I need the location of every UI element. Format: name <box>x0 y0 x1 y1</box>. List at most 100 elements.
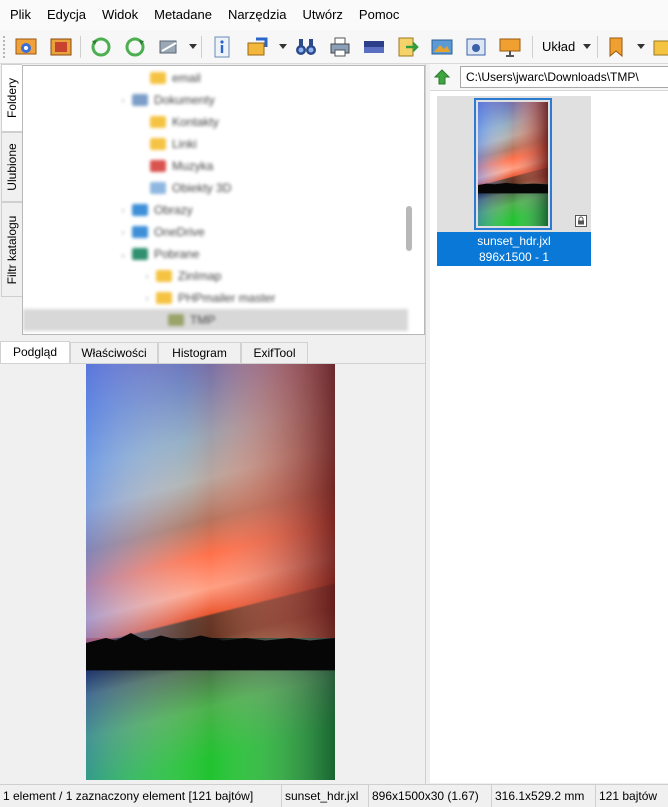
view-image-icon[interactable] <box>12 33 40 61</box>
menu-bar: Plik Edycja Widok Metadane Narzędzia Utw… <box>0 0 668 30</box>
menu-plik[interactable]: Plik <box>2 0 39 30</box>
menu-widok[interactable]: Widok <box>94 0 146 30</box>
menu-pomoc[interactable]: Pomoc <box>351 0 407 30</box>
print-icon[interactable] <box>326 33 354 61</box>
tab-exiftool[interactable]: ExifTool <box>241 342 308 363</box>
thumbnail-tile[interactable]: sunset_hdr.jxl 896x1500 - 1 <box>437 96 591 266</box>
toolbar-grip[interactable] <box>3 36 6 58</box>
tree-item[interactable]: Kontakty <box>23 111 408 133</box>
info-icon[interactable] <box>208 33 236 61</box>
tree-scrollbar-thumb[interactable] <box>406 206 412 251</box>
tree-item[interactable]: › ZinImap <box>23 265 408 287</box>
folder-icon <box>150 160 166 172</box>
folder-icon <box>132 248 148 260</box>
thumbnail-caption: sunset_hdr.jxl 896x1500 - 1 <box>437 232 591 266</box>
status-bar: 1 element / 1 zaznaczony element [121 ba… <box>0 784 668 807</box>
move-dropdown-icon[interactable] <box>279 44 287 49</box>
menu-utworz[interactable]: Utwórz <box>294 0 350 30</box>
left-tab-strip: Foldery Ulubione Filtr katalogu <box>0 64 22 336</box>
tab-podglad[interactable]: Podgląd <box>0 341 70 364</box>
tree-item-label: TMP <box>190 313 216 327</box>
tree-item[interactable]: ⌄ Pobrane <box>23 243 408 265</box>
bookmark-icon[interactable] <box>602 33 630 61</box>
preview-image[interactable] <box>86 364 335 780</box>
status-file-size: 121 bajtów <box>599 789 658 803</box>
tree-expander-icon[interactable]: › <box>118 95 128 105</box>
tab-foldery[interactable]: Foldery <box>1 64 22 132</box>
lock-icon <box>575 215 587 227</box>
folder-icon <box>168 314 184 326</box>
slideshow-icon[interactable] <box>428 33 456 61</box>
tree-item-label: Obiekty 3D <box>172 181 232 195</box>
tab-wlasciwosci[interactable]: Właściwości <box>70 342 158 363</box>
status-dimensions: 896x1500x30 (1.67) <box>369 785 492 807</box>
tree-item-label: OneDrive <box>154 225 205 239</box>
thumbnail-frame <box>474 98 552 230</box>
tree-item[interactable]: Obiekty 3D <box>23 177 408 199</box>
tree-item[interactable]: Muzyka <box>23 155 408 177</box>
thumbnail-info: 896x1500 - 1 <box>478 250 550 264</box>
thumbnail-area[interactable]: sunset_hdr.jxl 896x1500 - 1 <box>430 90 668 783</box>
status-filename: sunset_hdr.jxl <box>282 785 369 807</box>
tree-item[interactable]: › PHPmailer master <box>23 287 408 309</box>
export-icon[interactable] <box>394 33 422 61</box>
tree-item-label: Dokumenty <box>154 93 215 107</box>
thumbnail-filename: sunset_hdr.jxl <box>477 234 551 248</box>
transform-dropdown-icon[interactable] <box>189 44 197 49</box>
folder-tree[interactable]: email › Dokumenty Kontakty Linki Muzyka Obiekt… <box>22 65 425 335</box>
find-icon[interactable] <box>292 33 320 61</box>
tree-item[interactable]: Linki <box>23 133 408 155</box>
rotate-right-icon[interactable] <box>121 33 149 61</box>
transform-icon[interactable] <box>155 33 183 61</box>
folder-icon <box>132 94 148 106</box>
folder-icon <box>150 72 166 84</box>
tree-item-label: Obrazy <box>154 203 193 217</box>
folder-icon <box>150 182 166 194</box>
tab-ulubione[interactable]: Ulubione <box>1 132 22 202</box>
tree-expander-icon[interactable]: › <box>118 205 128 215</box>
move-to-icon[interactable] <box>244 33 272 61</box>
wallpaper-icon[interactable] <box>496 33 524 61</box>
tab-histogram[interactable]: Histogram <box>158 342 241 363</box>
tree-item[interactable]: › Dokumenty <box>23 89 408 111</box>
path-bar: C:\Users\jwarc\Downloads\TMP\ <box>430 64 668 90</box>
tree-item-label: Linki <box>172 137 197 151</box>
scanner-icon[interactable] <box>360 33 388 61</box>
tree-item-label: ZinImap <box>178 269 222 283</box>
layout-label[interactable]: Układ <box>542 33 575 61</box>
folder-icon <box>150 116 166 128</box>
tree-item[interactable]: email <box>23 67 408 89</box>
folder-icon <box>156 270 172 282</box>
folder-icon <box>132 226 148 238</box>
capture-icon[interactable] <box>462 33 490 61</box>
menu-metadane[interactable]: Metadane <box>146 0 220 30</box>
preview-pane <box>0 363 425 781</box>
menu-narzedzia[interactable]: Narzędzia <box>220 0 295 30</box>
layout-dropdown-icon[interactable] <box>583 44 591 49</box>
tree-item-label: Muzyka <box>172 159 214 173</box>
tree-item[interactable]: › OneDrive <box>23 221 408 243</box>
tree-item-label: PHPmailer master <box>178 291 276 305</box>
tree-item-label: Pobrane <box>154 247 200 261</box>
tree-item[interactable]: TMP <box>23 309 408 331</box>
tree-expander-icon[interactable]: ⌄ <box>118 249 128 260</box>
tree-expander-icon[interactable]: › <box>118 227 128 237</box>
folder-icon <box>132 204 148 216</box>
thumbnail-image <box>478 102 548 226</box>
tab-filtr-katalogu[interactable]: Filtr katalogu <box>1 202 22 297</box>
tree-expander-icon[interactable]: › <box>142 271 152 281</box>
rotate-left-icon[interactable] <box>87 33 115 61</box>
bookmark-dropdown-icon[interactable] <box>637 44 645 49</box>
fullscreen-icon[interactable] <box>47 33 75 61</box>
menu-edycja[interactable]: Edycja <box>39 0 94 30</box>
tree-item[interactable]: › Obrazy <box>23 199 408 221</box>
tree-expander-icon[interactable]: › <box>142 293 152 303</box>
folder-icon <box>156 292 172 304</box>
status-selection: 1 element / 1 zaznaczony element [121 ba… <box>0 785 282 807</box>
up-folder-icon[interactable] <box>432 67 452 87</box>
tree-item-label: email <box>172 71 201 85</box>
path-input[interactable]: C:\Users\jwarc\Downloads\TMP\ <box>460 66 668 88</box>
tree-item-label: Kontakty <box>172 115 219 129</box>
toolbar: Układ <box>0 30 668 64</box>
folder-tools-icon[interactable] <box>650 33 668 61</box>
